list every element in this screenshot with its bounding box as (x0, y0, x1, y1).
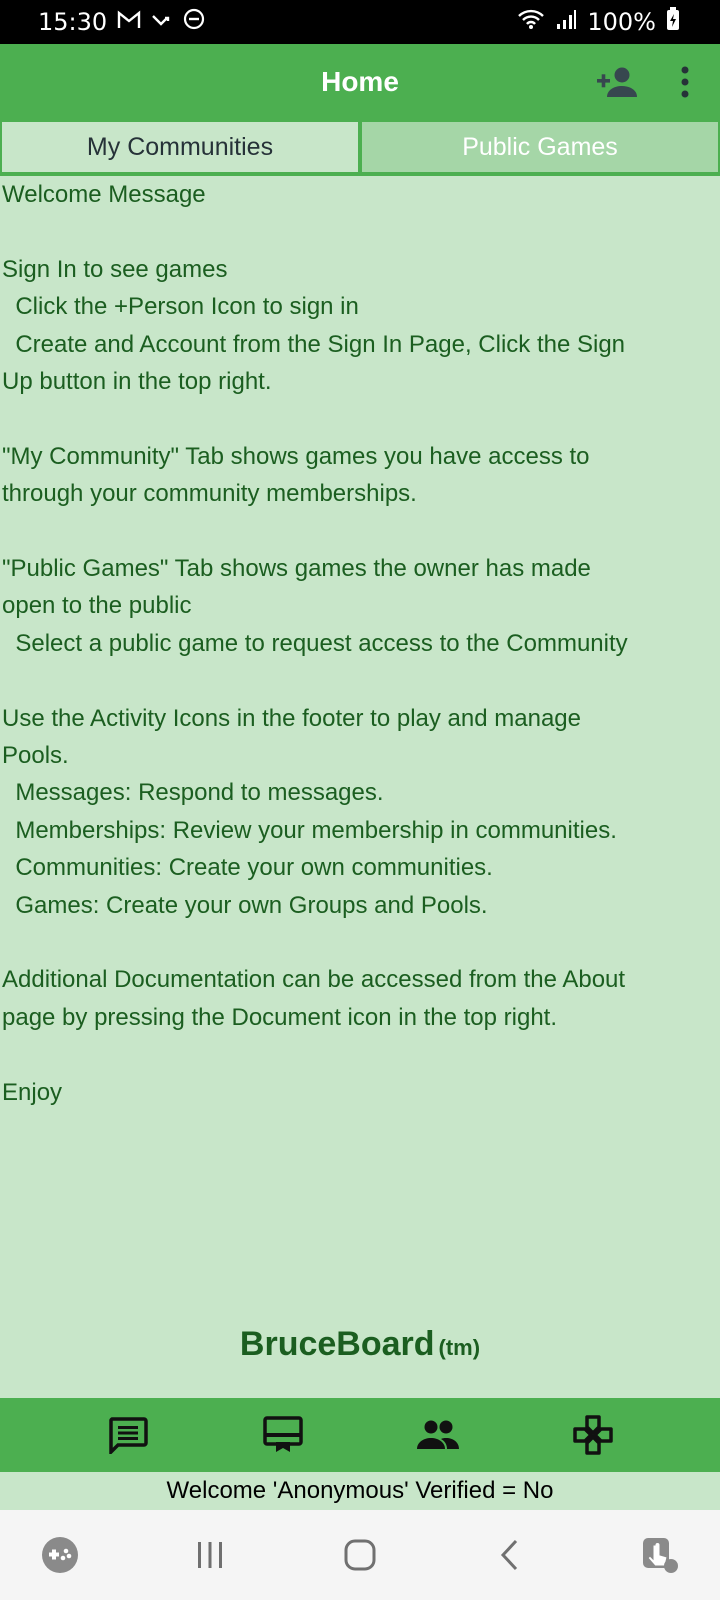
recent-apps-button[interactable] (170, 1525, 250, 1585)
battery-icon (666, 7, 680, 37)
content-line: Welcome Message (2, 181, 206, 208)
content-line: "Public Games" Tab shows games the owner… (2, 555, 591, 583)
tab-public-games[interactable]: Public Games (362, 122, 718, 172)
content-line: Enjoy (2, 1078, 63, 1106)
touch-accessibility-icon (643, 1538, 678, 1573)
app-bar: Home (0, 44, 720, 120)
content-line: Create and Account from the Sign In Page… (2, 330, 626, 358)
add-person-button[interactable] (596, 66, 640, 98)
more-options-button[interactable] (680, 66, 690, 98)
do-not-disturb-icon (183, 8, 205, 36)
more-vert-icon (681, 66, 689, 98)
battery-percent: 100% (587, 8, 656, 36)
people-icon (416, 1420, 459, 1449)
welcome-message: Welcome Message Sign In to see games Cli… (0, 176, 720, 1111)
content-line: Games: Create your own Groups and Pools. (2, 891, 488, 919)
content-line: Additional Documentation can be accessed… (2, 966, 626, 994)
home-button[interactable] (320, 1525, 400, 1585)
status-time: 15:30 (38, 8, 108, 36)
content-line: Up button in the top right. (2, 368, 272, 396)
brand-name: BruceBoard (239, 1325, 435, 1363)
tab-bar: My Communities Public Games (0, 120, 720, 176)
nav-messages[interactable] (83, 1416, 173, 1454)
brand-logo: BruceBoard (tm) (0, 1325, 720, 1364)
page-title: Home (321, 66, 399, 97)
content-line: Sign In to see games (2, 255, 228, 283)
welcome-status: Welcome 'Anonymous' Verified = No (0, 1472, 720, 1510)
bottom-nav (0, 1398, 720, 1472)
person-add-icon (597, 67, 637, 97)
signal-icon (555, 8, 577, 36)
missed-call-icon (151, 8, 173, 36)
content-line: page by pressing the Document icon in th… (2, 1003, 557, 1031)
back-button[interactable] (470, 1525, 550, 1585)
content-line (2, 662, 718, 699)
content-line: Communities: Create your own communities… (2, 854, 493, 882)
game-launcher-button[interactable] (20, 1525, 100, 1585)
content-line (2, 924, 718, 961)
home-icon (344, 1539, 376, 1571)
recent-apps-icon (198, 1542, 222, 1568)
gmail-icon (117, 8, 141, 36)
gamepad-icon (572, 1415, 613, 1455)
content-line: through your community memberships. (2, 480, 417, 508)
content-line: open to the public (2, 592, 192, 620)
message-icon (108, 1417, 148, 1454)
content-line (2, 513, 718, 550)
content-line (2, 213, 718, 250)
nav-games[interactable] (548, 1415, 638, 1455)
content-line (2, 1036, 718, 1073)
content-line: Select a public game to request access t… (2, 629, 628, 657)
content-line: "My Community" Tab shows games you have … (2, 442, 590, 470)
card-membership-icon (262, 1416, 303, 1452)
content-line: Click the +Person Icon to sign in (2, 293, 359, 321)
accessibility-button[interactable] (620, 1525, 700, 1585)
nav-memberships[interactable] (238, 1416, 328, 1454)
system-nav-bar (0, 1510, 720, 1600)
brand-trademark: (tm) (438, 1335, 481, 1360)
game-launcher-icon (42, 1537, 78, 1573)
status-bar: 15:30 100% (0, 0, 720, 44)
tab-my-communities[interactable]: My Communities (2, 122, 358, 172)
nav-communities[interactable] (393, 1419, 483, 1451)
back-icon (500, 1539, 518, 1571)
content-line (2, 400, 718, 437)
content-line: Use the Activity Icons in the footer to … (2, 704, 581, 732)
content-line: Messages: Respond to messages. (2, 779, 384, 807)
wifi-icon (517, 8, 545, 36)
content-line: Pools. (2, 742, 69, 770)
content-line: Memberships: Review your membership in c… (2, 816, 617, 844)
